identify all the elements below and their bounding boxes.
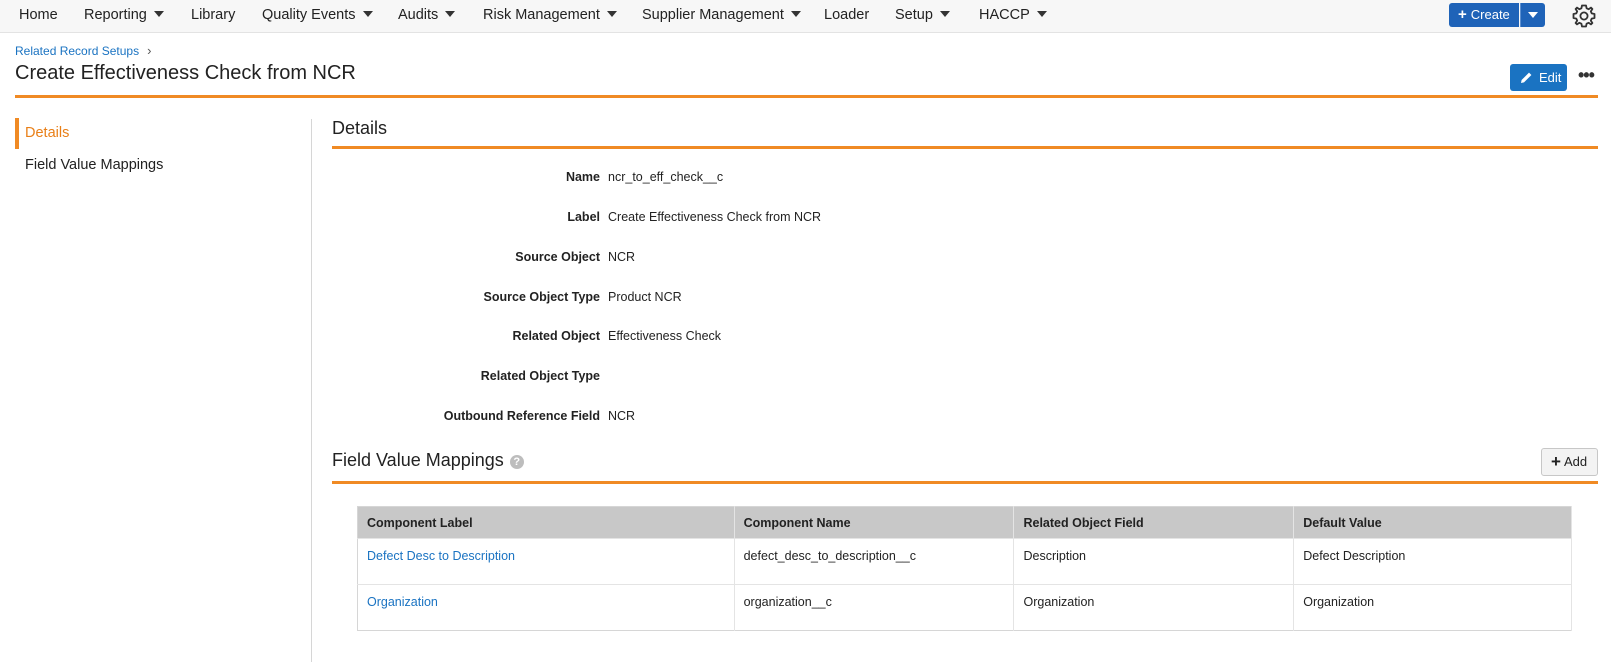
nav-quality-events-label: Quality Events <box>262 7 356 23</box>
mappings-section-title: Field Value Mappings? <box>332 450 524 471</box>
caret-down-icon <box>790 11 801 17</box>
nav-risk-management-label: Risk Management <box>483 7 600 23</box>
table-cell: Defect Description <box>1293 538 1572 585</box>
sidebar-divider <box>311 119 312 662</box>
caret-down-icon <box>939 11 950 17</box>
nav-library[interactable]: Library <box>191 0 235 32</box>
field-label-source-object: Source Object <box>515 250 600 264</box>
field-label-related-object-type: Related Object Type <box>480 369 600 383</box>
table-cell: defect_desc_to_description__c <box>734 538 1015 585</box>
nav-home-label: Home <box>19 7 58 23</box>
mappings-title-text: Field Value Mappings <box>332 450 504 470</box>
field-label-related-object: Related Object <box>512 329 600 343</box>
caret-down-icon <box>153 11 164 17</box>
caret-down-icon <box>1036 11 1047 17</box>
create-dropdown-button[interactable] <box>1520 3 1545 27</box>
field-label-name: Name <box>565 170 600 184</box>
breadcrumb-link-related-record-setups[interactable]: Related Record Setups <box>15 44 139 58</box>
field-value-source-object: NCR <box>608 250 636 264</box>
sidebar-item-details[interactable]: Details <box>15 118 305 149</box>
table-cell: Organization <box>357 584 735 631</box>
nav-home[interactable]: Home <box>19 0 58 32</box>
details-section-title: Details <box>332 118 388 138</box>
gear-icon[interactable] <box>1572 4 1596 28</box>
edit-button-label: Edit <box>1539 70 1562 85</box>
nav-loader-label: Loader <box>824 7 870 23</box>
field-label-outbound-reference-field: Outbound Reference Field <box>443 409 600 423</box>
table-cell: Defect Desc to Description <box>357 538 735 585</box>
more-actions-icon[interactable]: ••• <box>1578 66 1596 86</box>
nav-quality-events[interactable]: Quality Events <box>262 0 373 32</box>
table-cell: Organization <box>1293 584 1572 631</box>
help-icon[interactable]: ? <box>509 455 524 469</box>
nav-setup[interactable]: Setup <box>895 0 950 32</box>
edit-button[interactable]: Edit <box>1510 64 1567 91</box>
details-divider <box>332 146 1598 149</box>
pencil-icon <box>1521 72 1532 83</box>
nav-audits[interactable]: Audits <box>398 0 456 32</box>
caret-down-icon <box>606 11 617 17</box>
plus-icon: + <box>1551 452 1561 471</box>
field-value-source-object-type: Product NCR <box>608 290 682 304</box>
mappings-divider <box>332 481 1598 484</box>
table-cell: Organization <box>1013 584 1295 631</box>
component-label-link[interactable]: Organization <box>367 595 438 609</box>
field-value-related-object: Effectiveness Check <box>608 329 722 343</box>
field-label-source-object-type: Source Object Type <box>483 290 600 304</box>
table-row: Defect Desc to Description defect_desc_t… <box>357 538 1572 585</box>
field-value-label: Create Effectiveness Check from NCR <box>608 210 822 224</box>
create-button[interactable]: + Create <box>1449 3 1519 27</box>
breadcrumb: Related Record Setups › <box>15 43 151 58</box>
page-title: Create Effectiveness Check from NCR <box>15 62 356 84</box>
create-button-label: Create <box>1470 7 1510 22</box>
sidebar-item-field-value-mappings[interactable]: Field Value Mappings <box>15 150 305 181</box>
caret-down-icon <box>1528 12 1538 18</box>
caret-down-icon <box>362 11 373 17</box>
column-header-default-value[interactable]: Default Value <box>1293 506 1572 539</box>
nav-supplier-management[interactable]: Supplier Management <box>642 0 801 32</box>
nav-haccp[interactable]: HACCP <box>979 0 1047 32</box>
plus-icon: + <box>1458 6 1467 23</box>
field-value-mappings-table: Component Label Component Name Related O… <box>357 506 1572 631</box>
field-value-outbound-reference-field: NCR <box>608 409 636 423</box>
add-button-label: Add <box>1563 454 1588 469</box>
column-header-component-name[interactable]: Component Name <box>734 506 1015 539</box>
nav-loader[interactable]: Loader <box>824 0 869 32</box>
nav-audits-label: Audits <box>398 7 439 23</box>
table-cell: Description <box>1013 538 1295 585</box>
component-label-link[interactable]: Defect Desc to Description <box>367 549 515 563</box>
table-cell: organization__c <box>734 584 1015 631</box>
column-header-related-object-field[interactable]: Related Object Field <box>1013 506 1295 539</box>
column-header-component-label[interactable]: Component Label <box>357 506 735 539</box>
field-label-label: Label <box>567 210 600 224</box>
add-mapping-button[interactable]: + Add <box>1541 448 1598 476</box>
nav-risk-management[interactable]: Risk Management <box>483 0 617 32</box>
header-divider <box>15 95 1598 98</box>
caret-down-icon <box>445 11 456 17</box>
nav-setup-label: Setup <box>895 7 933 23</box>
nav-library-label: Library <box>191 7 236 23</box>
nav-haccp-label: HACCP <box>979 7 1030 23</box>
chevron-right-icon: › <box>147 43 152 58</box>
nav-reporting-label: Reporting <box>84 7 147 23</box>
field-value-name: ncr_to_eff_check__c <box>608 170 724 184</box>
nav-reporting[interactable]: Reporting <box>84 0 164 32</box>
nav-supplier-management-label: Supplier Management <box>642 7 784 23</box>
table-row: Organization organization__c Organizatio… <box>357 584 1572 631</box>
top-navigation-bar: Home Reporting Library Quality Events Au… <box>0 0 1611 33</box>
table-header-row: Component Label Component Name Related O… <box>357 506 1572 539</box>
